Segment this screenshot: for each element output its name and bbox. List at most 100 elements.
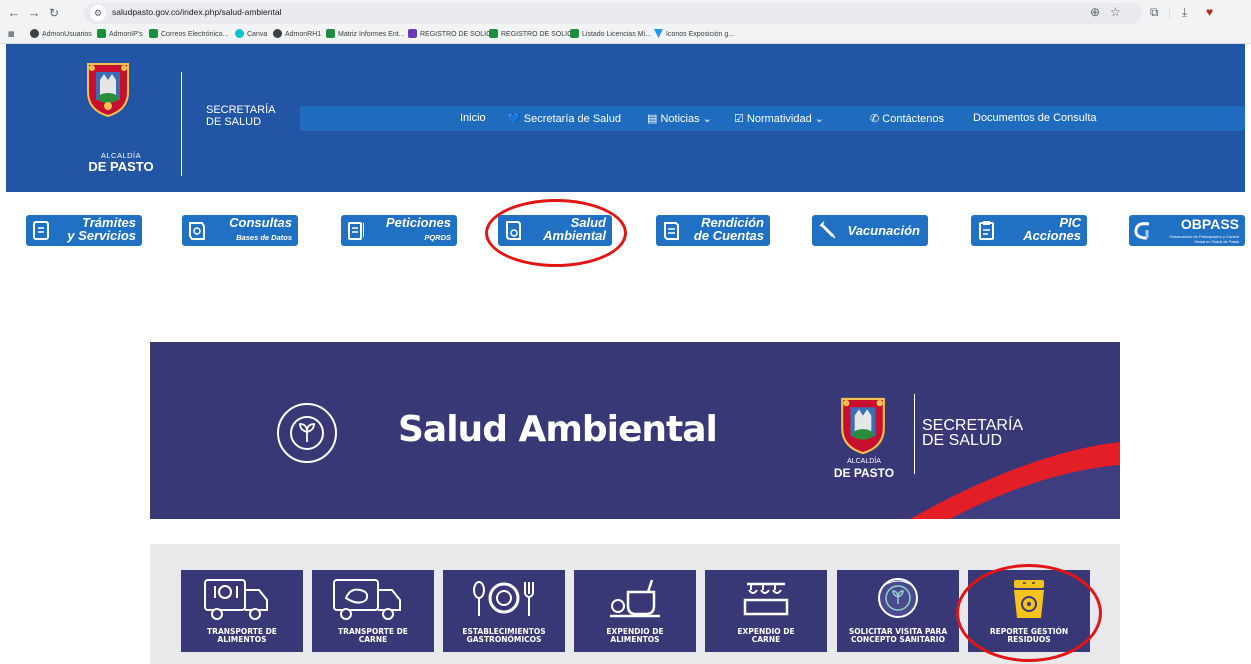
- globe-icon: [273, 29, 282, 38]
- menu-item-documentos[interactable]: Documentos de Consulta: [973, 112, 1097, 124]
- service-label: EXPENDIO DE CARNE: [705, 628, 827, 644]
- leaf-circle-icon: [277, 403, 337, 463]
- banner-secretaria: SECRETARÍA DE SALUD: [922, 417, 1024, 449]
- banner-divider: [914, 394, 915, 474]
- site-settings-icon[interactable]: ⚙: [90, 5, 106, 21]
- quick-link-peticiones[interactable]: Peticiones PQRDS: [341, 215, 457, 246]
- highlight-circle: [485, 199, 627, 267]
- vuetify-icon: [654, 29, 663, 38]
- service-label-line2: ALIMENTOS: [217, 635, 267, 644]
- database-book-icon: [189, 222, 205, 240]
- service-label: SOLICITAR VISITA PARA CONCEPTO SANITARIO: [837, 628, 959, 644]
- toolbar-divider: |: [1168, 5, 1172, 19]
- salud-ambiental-banner: Salud Ambiental ALCALDÍA DE PASTO SECRET…: [150, 342, 1120, 519]
- bookmark-item[interactable]: AdmonUsuarios: [30, 29, 92, 40]
- service-establecimientos[interactable]: ESTABLECIMIENTOS GASTRONÓMICOS: [443, 570, 565, 652]
- service-label: TRANSPORTE DE ALIMENTOS: [181, 628, 303, 644]
- zoom-icon[interactable]: ⊕: [1090, 5, 1100, 19]
- obpass-logo-icon: [1134, 222, 1150, 240]
- extensions-icon[interactable]: ⧉: [1150, 5, 1159, 20]
- service-expendio-carne[interactable]: EXPENDIO DE CARNE: [705, 570, 827, 652]
- banner-secretaria-line2: DE SALUD: [922, 432, 1003, 449]
- service-expendio-alimentos[interactable]: EXPENDIO DE ALIMENTOS: [574, 570, 696, 652]
- forms-icon: [408, 29, 417, 38]
- bookmark-item[interactable]: Correos Electrónico...: [149, 29, 228, 40]
- quick-link-consultas[interactable]: Consultas Bases de Datos: [182, 215, 298, 246]
- meat-truck-icon: [333, 579, 401, 620]
- clipboard-icon: [979, 221, 994, 240]
- bookmarks-bar: ▦ AdmonUsuarios AdmonIP's Correos Electr…: [0, 25, 1251, 43]
- menu-item-normatividad[interactable]: ☑ Normatividad ⌄: [734, 112, 824, 125]
- bookmark-item[interactable]: Listado Licencias Mi...: [570, 29, 651, 40]
- bookmark-item[interactable]: REGISTRO DE SOLIC...: [408, 29, 497, 40]
- page: ← → ↻ ⚙ saludpasto.gov.co/index.php/salu…: [0, 0, 1251, 664]
- browser-toolbar: ← → ↻ ⚙ saludpasto.gov.co/index.php/salu…: [0, 0, 1251, 44]
- bookmark-item[interactable]: Matriz Informes Ent...: [326, 29, 405, 40]
- forward-arrow-icon[interactable]: →: [26, 5, 42, 21]
- document-icon: [33, 221, 49, 240]
- quick-link-obpass[interactable]: OBPASS Observatorio de Participación y C…: [1129, 215, 1245, 246]
- menu-item-noticias[interactable]: ▤ Noticias ⌄: [647, 112, 712, 125]
- meat-counter-icon: [743, 582, 789, 616]
- inscription-seal-icon: [878, 578, 918, 618]
- secretaria-title[interactable]: SECRETARÍA DE SALUD: [206, 104, 275, 128]
- quick-link-pic[interactable]: PIC Acciones: [971, 215, 1087, 246]
- quick-link-tramites[interactable]: Trámites y Servicios: [26, 215, 142, 246]
- service-label: TRANSPORTE DE CARNE: [312, 628, 434, 644]
- service-transporte-alimentos[interactable]: TRANSPORTE DE ALIMENTOS: [181, 570, 303, 652]
- main-menu: Inicio 💙 Secretaría de Salud ▤ Noticias …: [300, 106, 1245, 131]
- profile-icon[interactable]: ♥: [1206, 5, 1213, 19]
- sheets-icon: [570, 29, 579, 38]
- menu-item-contactenos[interactable]: ✆ Contáctenos: [870, 112, 944, 125]
- quick-link-line2: PQRDS: [424, 233, 451, 242]
- quick-link-line1: Consultas: [229, 215, 292, 230]
- service-transporte-carne[interactable]: TRANSPORTE DE CARNE: [312, 570, 434, 652]
- coat-of-arms-icon: [841, 397, 885, 455]
- banner-alcaldia: ALCALDÍA: [847, 458, 881, 465]
- sheets-icon: [489, 29, 498, 38]
- quick-link-vacunacion[interactable]: Vacunación: [812, 215, 928, 246]
- quick-link-line1: Vacunación: [847, 223, 920, 238]
- bookmark-item[interactable]: Iconos Exposición g...: [654, 29, 734, 40]
- highlight-circle: [956, 564, 1102, 662]
- download-icon[interactable]: ⤓: [1182, 5, 1187, 20]
- menu-item-inicio[interactable]: Inicio: [460, 112, 486, 124]
- quick-link-line2: y Servicios: [67, 228, 136, 243]
- canva-icon: [235, 29, 244, 38]
- quick-link-rendicion[interactable]: Rendición de Cuentas: [656, 215, 770, 246]
- quick-link-line1: OBPASS: [1180, 216, 1239, 232]
- coat-of-arms-icon[interactable]: [84, 60, 132, 118]
- quick-link-line2: Bases de Datos: [236, 233, 292, 242]
- globe-icon: [30, 29, 39, 38]
- sheets-icon: [149, 29, 158, 38]
- pasto-label: DE PASTO: [88, 159, 154, 174]
- bookmark-item[interactable]: Canva: [235, 29, 267, 40]
- header-divider: [181, 72, 182, 176]
- plate-cutlery-icon: [473, 581, 534, 616]
- service-solicitar-visita[interactable]: SOLICITAR VISITA PARA CONCEPTO SANITARIO: [837, 570, 959, 652]
- menu-item-secretaria[interactable]: 💙 Secretaría de Salud: [507, 112, 621, 125]
- back-arrow-icon[interactable]: ←: [6, 5, 22, 21]
- address-bar[interactable]: ⚙ saludpasto.gov.co/index.php/salud-ambi…: [84, 3, 1142, 24]
- service-label-line2: GASTRONÓMICOS: [466, 635, 542, 644]
- bookmark-item[interactable]: AdmonRH1: [273, 29, 321, 40]
- bookmark-item[interactable]: REGISTRO DE SOLIC...: [489, 29, 578, 40]
- syringe-icon: [819, 221, 836, 239]
- url-text[interactable]: saludpasto.gov.co/index.php/salud-ambien…: [112, 7, 281, 17]
- food-truck-icon: [204, 579, 268, 620]
- bookmark-star-icon[interactable]: ☆: [1110, 5, 1121, 19]
- service-label: ESTABLECIMIENTOS GASTRONÓMICOS: [443, 628, 565, 644]
- quick-link-line2: Observatorio de Participación y Control …: [1169, 234, 1239, 244]
- banner-pasto: DE PASTO: [833, 466, 895, 480]
- banner-secretaria-line1: SECRETARÍA: [922, 417, 1024, 434]
- book-icon: [664, 222, 679, 240]
- bookmark-item[interactable]: AdmonIP's: [97, 29, 143, 40]
- banner-title: Salud Ambiental: [398, 409, 718, 450]
- apps-grid-icon[interactable]: ▦: [8, 29, 15, 40]
- reload-icon[interactable]: ↻: [46, 5, 62, 21]
- notepad-icon: [348, 222, 364, 240]
- service-label-line2: CARNE: [358, 635, 388, 644]
- sheets-icon: [97, 29, 106, 38]
- service-label-line2: CARNE: [751, 635, 781, 644]
- food-bowl-icon: [610, 579, 660, 618]
